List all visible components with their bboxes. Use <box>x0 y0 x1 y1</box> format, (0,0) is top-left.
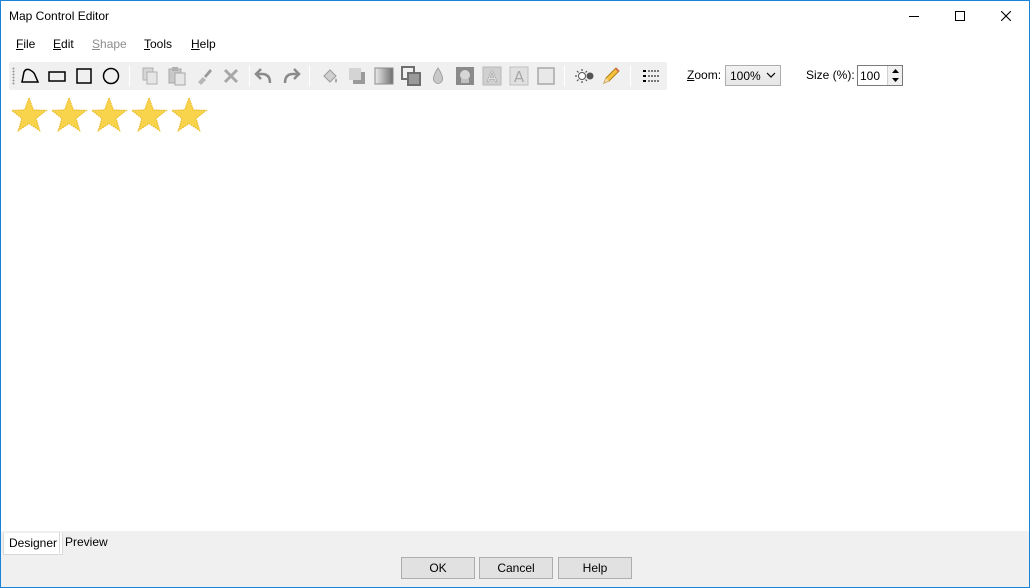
toolbar-separator <box>630 66 631 86</box>
sun-icon <box>575 69 594 83</box>
menu-shape[interactable]: Shape <box>92 37 127 51</box>
close-icon <box>1001 11 1011 21</box>
toolbar-separator <box>309 66 310 86</box>
format-painter-button[interactable] <box>193 65 215 87</box>
close-button[interactable] <box>983 1 1029 31</box>
toolbar-grip[interactable] <box>12 67 15 85</box>
bring-to-front-icon <box>401 66 421 86</box>
edit-points-button[interactable] <box>600 65 622 87</box>
text-button[interactable]: A <box>481 65 503 87</box>
delete-icon <box>223 68 239 84</box>
undo-button[interactable] <box>253 65 275 87</box>
tab-preview[interactable]: Preview <box>59 532 113 553</box>
gradient-button[interactable] <box>373 65 395 87</box>
caret-up-icon <box>891 68 899 73</box>
svg-text:A: A <box>487 68 498 86</box>
tab-designer[interactable]: Designer <box>3 533 64 555</box>
star-shape[interactable] <box>49 95 89 135</box>
effects-button[interactable] <box>573 65 595 87</box>
ellipse-shape-button[interactable] <box>100 65 122 87</box>
size-label: Size (%): <box>806 68 855 82</box>
title-bar: Map Control Editor <box>1 1 1029 32</box>
drop-icon <box>433 67 443 84</box>
minimize-button[interactable] <box>891 1 937 31</box>
list-properties-icon <box>643 70 659 82</box>
window-title: Map Control Editor <box>9 9 110 23</box>
shadow-button[interactable] <box>346 65 368 87</box>
bottom-panel: Designer Preview OK Cancel Help <box>1 531 1029 587</box>
star-shape[interactable] <box>89 95 129 135</box>
menu-help[interactable]: Help <box>191 37 216 51</box>
paste-button[interactable] <box>166 65 188 87</box>
copy-button[interactable] <box>139 65 161 87</box>
toolbar-separator <box>249 66 250 86</box>
designer-canvas[interactable] <box>1 93 1029 531</box>
paint-bucket-icon <box>323 69 337 83</box>
paste-icon <box>168 67 186 86</box>
svg-text:A: A <box>514 68 525 86</box>
minimize-icon <box>909 16 919 17</box>
help-button[interactable]: Help <box>558 557 632 579</box>
gradient-icon <box>374 67 394 85</box>
brush-icon <box>198 69 212 85</box>
caret-down-icon <box>891 77 899 82</box>
text-style-button[interactable]: A <box>508 65 530 87</box>
cancel-button[interactable]: Cancel <box>479 557 553 579</box>
pencil-icon <box>603 67 620 84</box>
star-shape[interactable] <box>169 95 209 135</box>
text-icon: A <box>482 66 502 86</box>
star-shape[interactable] <box>9 95 49 135</box>
toolbar-separator <box>564 66 565 86</box>
square-shape-button[interactable] <box>73 65 95 87</box>
star-rating-shapes[interactable] <box>9 95 209 135</box>
text-style-icon: A <box>509 66 529 86</box>
circle-icon <box>102 67 120 85</box>
menu-tools[interactable]: Tools <box>144 37 172 51</box>
toolstrip: A A <box>9 62 667 90</box>
spin-up-button[interactable] <box>888 66 902 75</box>
menu-file[interactable]: File <box>16 37 35 51</box>
menu-edit[interactable]: Edit <box>53 37 74 51</box>
image-button[interactable] <box>454 65 476 87</box>
size-percent-input[interactable]: 100 <box>857 65 903 86</box>
maximize-button[interactable] <box>937 1 983 31</box>
delete-button[interactable] <box>220 65 242 87</box>
freeform-shape-button[interactable] <box>19 65 41 87</box>
rectangle-shape-button[interactable] <box>46 65 68 87</box>
arrange-button[interactable] <box>400 65 422 87</box>
rectangle-icon <box>48 71 66 82</box>
zoom-value: 100% <box>730 69 761 83</box>
copy-icon <box>142 67 158 85</box>
chevron-down-icon <box>766 72 776 78</box>
zoom-label: Zoom: <box>687 68 722 82</box>
size-spinner[interactable] <box>887 66 902 85</box>
border-icon <box>537 67 555 85</box>
properties-button[interactable] <box>640 65 662 87</box>
redo-button[interactable] <box>280 65 302 87</box>
undo-icon <box>254 68 272 84</box>
transparency-button[interactable] <box>427 65 449 87</box>
ok-button[interactable]: OK <box>401 557 475 579</box>
redo-icon <box>283 68 301 84</box>
map-control-editor-window: Map Control Editor File Edit Shape Tools… <box>0 0 1030 588</box>
zoom-select[interactable]: 100% <box>725 65 781 86</box>
shadow-icon <box>349 68 365 84</box>
image-icon <box>456 67 474 85</box>
size-value: 100 <box>860 69 881 83</box>
toolbar-separator <box>129 66 130 86</box>
square-icon <box>76 68 92 84</box>
menu-bar: File Edit Shape Tools Help <box>1 32 1029 56</box>
fill-color-button[interactable] <box>319 65 341 87</box>
star-shape[interactable] <box>129 95 169 135</box>
freeform-shape-icon <box>21 68 40 83</box>
maximize-icon <box>955 11 965 21</box>
border-button[interactable] <box>535 65 557 87</box>
spin-down-button[interactable] <box>888 75 902 84</box>
